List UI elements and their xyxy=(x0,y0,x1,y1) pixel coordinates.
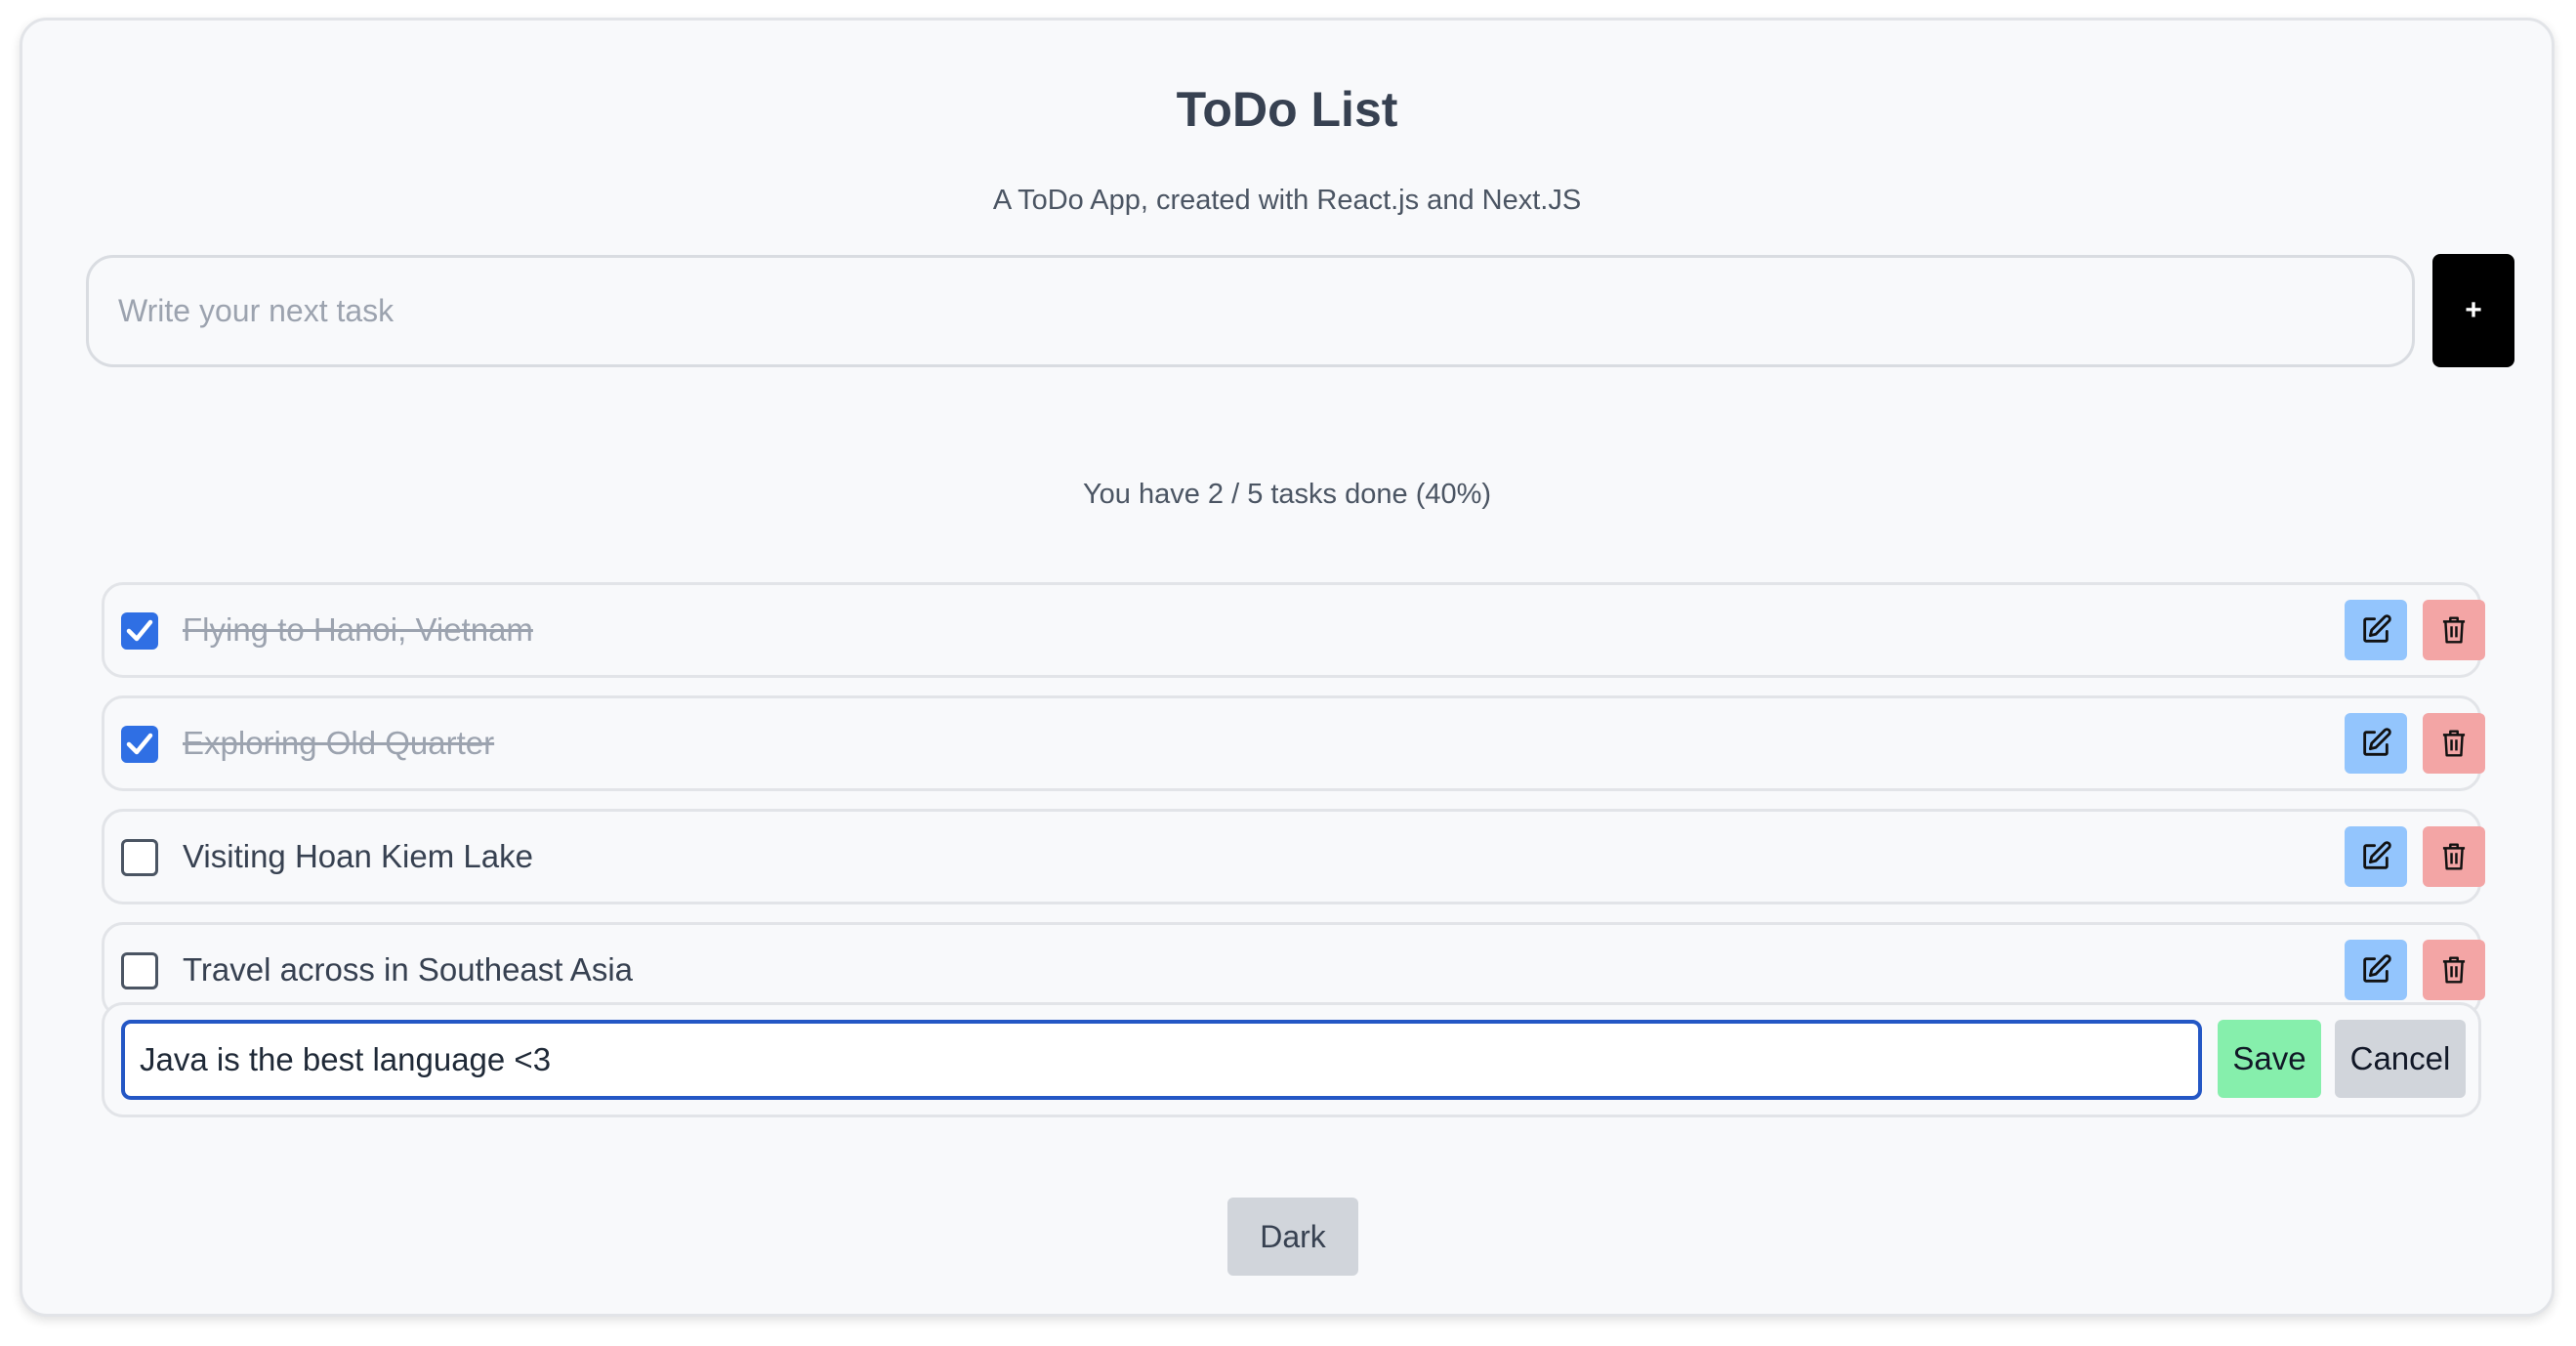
edit-icon xyxy=(2363,614,2391,643)
edit-task-button[interactable] xyxy=(2345,826,2407,887)
check-icon xyxy=(126,619,153,642)
trash-icon xyxy=(2442,843,2466,870)
trash-icon xyxy=(2442,730,2466,757)
task-checkbox[interactable] xyxy=(121,726,158,763)
delete-task-button[interactable] xyxy=(2423,600,2485,660)
trash-icon xyxy=(2442,956,2466,984)
task-item: Flying to Hanoi, Vietnam xyxy=(102,582,2485,678)
edit-task-button[interactable] xyxy=(2345,940,2407,1000)
task-item: Exploring Old Quarter xyxy=(102,695,2485,791)
task-edit-row: Save Cancel xyxy=(102,1002,2481,1117)
task-label: Flying to Hanoi, Vietnam xyxy=(183,611,533,648)
delete-task-button[interactable] xyxy=(2423,940,2485,1000)
edit-task-button[interactable] xyxy=(2345,600,2407,660)
edit-task-input[interactable] xyxy=(121,1020,2202,1100)
page-title: ToDo List xyxy=(1176,82,1398,137)
save-button[interactable]: Save xyxy=(2218,1020,2321,1098)
edit-task-button[interactable] xyxy=(2345,713,2407,774)
edit-icon xyxy=(2363,728,2391,756)
task-item: Visiting Hoan Kiem Lake xyxy=(102,809,2485,904)
todo-card: ToDo List A ToDo App, created with React… xyxy=(20,18,2555,1317)
task-checkbox[interactable] xyxy=(121,612,158,650)
edit-icon xyxy=(2363,841,2391,869)
task-checkbox[interactable] xyxy=(121,952,158,989)
cancel-button[interactable]: Cancel xyxy=(2335,1020,2466,1098)
edit-icon xyxy=(2363,954,2391,983)
task-label: Visiting Hoan Kiem Lake xyxy=(183,838,533,874)
task-label: Exploring Old Quarter xyxy=(183,725,495,761)
theme-toggle-button[interactable]: Dark xyxy=(1227,1198,1358,1276)
add-task-button[interactable]: + xyxy=(2432,254,2514,367)
check-icon xyxy=(126,733,153,755)
trash-icon xyxy=(2442,616,2466,644)
delete-task-button[interactable] xyxy=(2423,826,2485,887)
task-checkbox[interactable] xyxy=(121,839,158,876)
page-subtitle: A ToDo App, created with React.js and Ne… xyxy=(992,185,1582,216)
progress-summary: You have 2 / 5 tasks done (40%) xyxy=(1082,479,1492,510)
delete-task-button[interactable] xyxy=(2423,713,2485,774)
new-task-input[interactable] xyxy=(86,255,2415,367)
